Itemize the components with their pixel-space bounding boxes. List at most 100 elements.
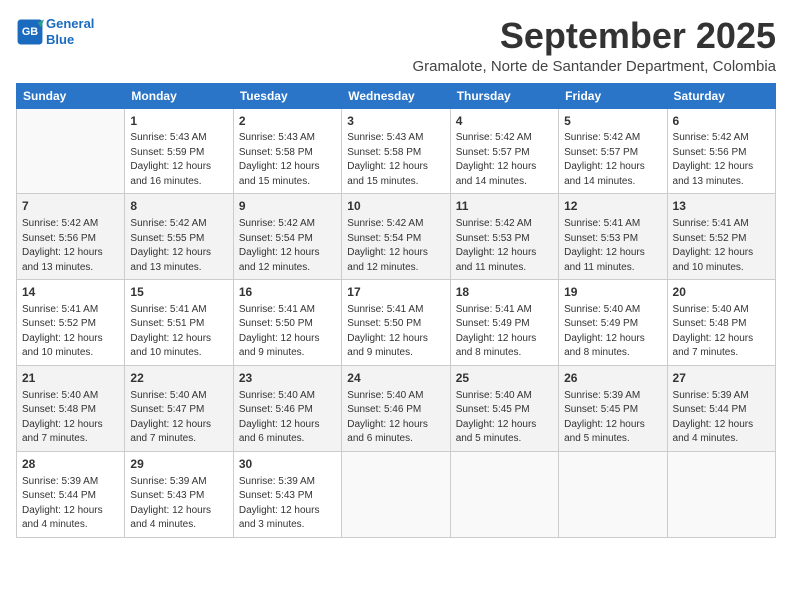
day-number: 29 bbox=[130, 456, 227, 473]
calendar-cell: 11 Sunrise: 5:42 AM Sunset: 5:53 PM Dayli… bbox=[450, 194, 558, 280]
day-info: Sunrise: 5:42 AM Sunset: 5:54 PM Dayligh… bbox=[239, 217, 336, 275]
day-info: Sunrise: 5:42 AM Sunset: 5:57 PM Dayligh… bbox=[456, 131, 553, 189]
calendar-cell: 25 Sunrise: 5:40 AM Sunset: 5:45 PM Dayli… bbox=[450, 365, 558, 451]
calendar-cell: 8 Sunrise: 5:42 AM Sunset: 5:55 PM Daylig… bbox=[125, 194, 233, 280]
calendar-cell: 16Sunrise: 5:41 AM Sunset: 5:50 PM Dayli… bbox=[233, 280, 341, 366]
calendar-cell: 22 Sunrise: 5:40 AM Sunset: 5:47 PM Dayli… bbox=[125, 365, 233, 451]
day-info: Sunrise: 5:39 AM Sunset: 5:44 PM Dayligh… bbox=[22, 475, 119, 533]
day-info: Sunrise: 5:41 AM Sunset: 5:52 PM Dayligh… bbox=[22, 303, 119, 361]
day-info: Sunrise: 5:43 AM Sunset: 5:59 PM Dayligh… bbox=[130, 131, 227, 189]
day-info: Sunrise: 5:41 AM Sunset: 5:52 PM Dayligh… bbox=[673, 217, 770, 275]
calendar-cell: 26 Sunrise: 5:39 AM Sunset: 5:45 PM Dayli… bbox=[559, 365, 667, 451]
calendar-cell bbox=[450, 451, 558, 537]
day-number: 2 bbox=[239, 113, 336, 130]
calendar-cell: 10 Sunrise: 5:42 AM Sunset: 5:54 PM Dayli… bbox=[342, 194, 450, 280]
calendar-cell: 12Sunrise: 5:41 AM Sunset: 5:53 PM Dayli… bbox=[559, 194, 667, 280]
day-number: 25 bbox=[456, 370, 553, 387]
calendar-cell: 13 Sunrise: 5:41 AM Sunset: 5:52 PM Dayli… bbox=[667, 194, 775, 280]
day-number: 6 bbox=[673, 113, 770, 130]
calendar-cell: 27Sunrise: 5:39 AM Sunset: 5:44 PM Dayli… bbox=[667, 365, 775, 451]
calendar-cell: 24 Sunrise: 5:40 AM Sunset: 5:46 PM Dayli… bbox=[342, 365, 450, 451]
day-number: 26 bbox=[564, 370, 661, 387]
day-number: 11 bbox=[456, 198, 553, 215]
day-info: Sunrise: 5:39 AM Sunset: 5:45 PM Dayligh… bbox=[564, 389, 661, 447]
calendar-cell: 17Sunrise: 5:41 AM Sunset: 5:50 PM Dayli… bbox=[342, 280, 450, 366]
header-wednesday: Wednesday bbox=[342, 83, 450, 108]
calendar-cell: 4Sunrise: 5:42 AM Sunset: 5:57 PM Daylig… bbox=[450, 108, 558, 194]
logo: GB General Blue bbox=[16, 16, 94, 47]
calendar-cell bbox=[667, 451, 775, 537]
day-number: 5 bbox=[564, 113, 661, 130]
day-number: 4 bbox=[456, 113, 553, 130]
header-friday: Friday bbox=[559, 83, 667, 108]
calendar-cell: 18Sunrise: 5:41 AM Sunset: 5:49 PM Dayli… bbox=[450, 280, 558, 366]
calendar-week-1: 1Sunrise: 5:43 AM Sunset: 5:59 PM Daylig… bbox=[17, 108, 776, 194]
day-info: Sunrise: 5:40 AM Sunset: 5:45 PM Dayligh… bbox=[456, 389, 553, 447]
calendar-cell: 2Sunrise: 5:43 AM Sunset: 5:58 PM Daylig… bbox=[233, 108, 341, 194]
calendar-cell: 23 Sunrise: 5:40 AM Sunset: 5:46 PM Dayli… bbox=[233, 365, 341, 451]
location-subtitle: Gramalote, Norte de Santander Department… bbox=[412, 58, 776, 75]
calendar-week-3: 14 Sunrise: 5:41 AM Sunset: 5:52 PM Dayli… bbox=[17, 280, 776, 366]
header-sunday: Sunday bbox=[17, 83, 125, 108]
title-block: September 2025 Gramalote, Norte de Santa… bbox=[412, 16, 776, 75]
day-info: Sunrise: 5:39 AM Sunset: 5:43 PM Dayligh… bbox=[239, 475, 336, 533]
day-number: 13 bbox=[673, 198, 770, 215]
day-number: 16 bbox=[239, 284, 336, 301]
day-number: 3 bbox=[347, 113, 444, 130]
calendar-week-4: 21 Sunrise: 5:40 AM Sunset: 5:48 PM Dayli… bbox=[17, 365, 776, 451]
day-number: 9 bbox=[239, 198, 336, 215]
day-number: 22 bbox=[130, 370, 227, 387]
day-info: Sunrise: 5:42 AM Sunset: 5:56 PM Dayligh… bbox=[673, 131, 770, 189]
day-number: 19 bbox=[564, 284, 661, 301]
month-title: September 2025 bbox=[412, 16, 776, 56]
page-header: GB General Blue September 2025 Gramalote… bbox=[16, 16, 776, 75]
calendar-cell bbox=[17, 108, 125, 194]
calendar-cell: 1Sunrise: 5:43 AM Sunset: 5:59 PM Daylig… bbox=[125, 108, 233, 194]
day-info: Sunrise: 5:39 AM Sunset: 5:44 PM Dayligh… bbox=[673, 389, 770, 447]
logo-line1: General bbox=[46, 16, 94, 31]
calendar-week-5: 28Sunrise: 5:39 AM Sunset: 5:44 PM Dayli… bbox=[17, 451, 776, 537]
day-number: 1 bbox=[130, 113, 227, 130]
day-number: 15 bbox=[130, 284, 227, 301]
calendar-cell: 7 Sunrise: 5:42 AM Sunset: 5:56 PM Daylig… bbox=[17, 194, 125, 280]
day-info: Sunrise: 5:40 AM Sunset: 5:48 PM Dayligh… bbox=[673, 303, 770, 361]
day-number: 18 bbox=[456, 284, 553, 301]
day-number: 24 bbox=[347, 370, 444, 387]
day-info: Sunrise: 5:41 AM Sunset: 5:51 PM Dayligh… bbox=[130, 303, 227, 361]
logo-line2: Blue bbox=[46, 32, 74, 47]
svg-text:GB: GB bbox=[22, 26, 38, 38]
day-info: Sunrise: 5:40 AM Sunset: 5:49 PM Dayligh… bbox=[564, 303, 661, 361]
calendar-cell: 29Sunrise: 5:39 AM Sunset: 5:43 PM Dayli… bbox=[125, 451, 233, 537]
day-info: Sunrise: 5:43 AM Sunset: 5:58 PM Dayligh… bbox=[347, 131, 444, 189]
day-info: Sunrise: 5:43 AM Sunset: 5:58 PM Dayligh… bbox=[239, 131, 336, 189]
calendar-week-2: 7 Sunrise: 5:42 AM Sunset: 5:56 PM Daylig… bbox=[17, 194, 776, 280]
day-info: Sunrise: 5:42 AM Sunset: 5:54 PM Dayligh… bbox=[347, 217, 444, 275]
day-number: 10 bbox=[347, 198, 444, 215]
header-tuesday: Tuesday bbox=[233, 83, 341, 108]
day-number: 30 bbox=[239, 456, 336, 473]
calendar-cell: 19 Sunrise: 5:40 AM Sunset: 5:49 PM Dayli… bbox=[559, 280, 667, 366]
header-saturday: Saturday bbox=[667, 83, 775, 108]
calendar-header-row: SundayMondayTuesdayWednesdayThursdayFrid… bbox=[17, 83, 776, 108]
calendar-cell: 6Sunrise: 5:42 AM Sunset: 5:56 PM Daylig… bbox=[667, 108, 775, 194]
day-info: Sunrise: 5:40 AM Sunset: 5:46 PM Dayligh… bbox=[347, 389, 444, 447]
calendar-cell: 14 Sunrise: 5:41 AM Sunset: 5:52 PM Dayli… bbox=[17, 280, 125, 366]
day-info: Sunrise: 5:42 AM Sunset: 5:53 PM Dayligh… bbox=[456, 217, 553, 275]
calendar-cell: 30 Sunrise: 5:39 AM Sunset: 5:43 PM Dayli… bbox=[233, 451, 341, 537]
day-info: Sunrise: 5:40 AM Sunset: 5:46 PM Dayligh… bbox=[239, 389, 336, 447]
day-info: Sunrise: 5:42 AM Sunset: 5:57 PM Dayligh… bbox=[564, 131, 661, 189]
calendar-cell bbox=[559, 451, 667, 537]
day-number: 23 bbox=[239, 370, 336, 387]
calendar-cell: 21 Sunrise: 5:40 AM Sunset: 5:48 PM Dayli… bbox=[17, 365, 125, 451]
day-info: Sunrise: 5:42 AM Sunset: 5:55 PM Dayligh… bbox=[130, 217, 227, 275]
day-number: 21 bbox=[22, 370, 119, 387]
day-number: 14 bbox=[22, 284, 119, 301]
day-info: Sunrise: 5:42 AM Sunset: 5:56 PM Dayligh… bbox=[22, 217, 119, 275]
day-number: 7 bbox=[22, 198, 119, 215]
day-number: 8 bbox=[130, 198, 227, 215]
day-info: Sunrise: 5:40 AM Sunset: 5:48 PM Dayligh… bbox=[22, 389, 119, 447]
logo-icon: GB bbox=[16, 18, 44, 46]
day-info: Sunrise: 5:40 AM Sunset: 5:47 PM Dayligh… bbox=[130, 389, 227, 447]
day-info: Sunrise: 5:41 AM Sunset: 5:50 PM Dayligh… bbox=[347, 303, 444, 361]
calendar-table: SundayMondayTuesdayWednesdayThursdayFrid… bbox=[16, 83, 776, 538]
